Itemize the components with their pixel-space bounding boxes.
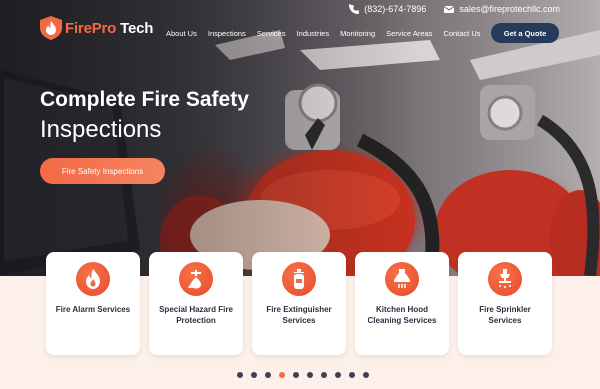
carousel-dot[interactable]	[265, 372, 271, 378]
carousel-dot[interactable]	[349, 372, 355, 378]
nav-about-us[interactable]: About Us	[166, 29, 197, 38]
carousel-dot[interactable]	[307, 372, 313, 378]
phone-link[interactable]: (832)-674-7896	[349, 4, 426, 14]
carousel-dot[interactable]	[363, 372, 369, 378]
service-card-fire-extinguisher[interactable]: Fire Extinguisher Services	[252, 252, 346, 355]
service-card-label: Fire Alarm Services	[55, 305, 131, 314]
hero-subheadline: Inspections	[40, 116, 162, 143]
flame-icon	[76, 262, 110, 296]
service-card-label: Fire Sprinkler Services	[479, 305, 531, 325]
email-address: sales@fireprotechllc.com	[459, 4, 560, 14]
nav-contact-us[interactable]: Contact Us	[443, 29, 480, 38]
carousel-dot[interactable]	[251, 372, 257, 378]
service-card-fire-sprinkler[interactable]: Fire Sprinkler Services	[458, 252, 552, 355]
service-card-special-hazard[interactable]: Special Hazard Fire Protection	[149, 252, 243, 355]
kitchen-hood-icon	[385, 262, 419, 296]
nav-service-areas[interactable]: Service Areas	[386, 29, 432, 38]
site-logo[interactable]: FirePro Tech	[40, 16, 153, 40]
nav-monitoring[interactable]: Monitoring	[340, 29, 375, 38]
phone-icon	[349, 4, 360, 14]
main-nav: About Us Inspections Services Industries…	[166, 29, 481, 38]
service-card-label: Kitchen Hood Cleaning Services	[367, 305, 437, 325]
hero-headline: Complete Fire Safety	[40, 88, 249, 111]
extinguisher-icon	[282, 262, 316, 296]
phone-number: (832)-674-7896	[364, 4, 427, 14]
email-link[interactable]: sales@fireprotechllc.com	[444, 4, 560, 14]
carousel-dot[interactable]	[293, 372, 299, 378]
service-card-kitchen-hood[interactable]: Kitchen Hood Cleaning Services	[355, 252, 449, 355]
mail-icon	[444, 6, 455, 13]
sprinkler-icon	[488, 262, 522, 296]
hazard-icon	[179, 262, 213, 296]
carousel-dot[interactable]	[279, 372, 285, 378]
service-card-label: Special Hazard Fire Protection	[159, 305, 233, 325]
carousel-pagination	[237, 372, 369, 378]
service-cards: Fire Alarm Services Special Hazard Fire …	[46, 252, 552, 355]
logo-text: FirePro Tech	[65, 19, 154, 37]
service-card-label: Fire Extinguisher Services	[266, 305, 332, 325]
nav-industries[interactable]: Industries	[297, 29, 330, 38]
carousel-dot[interactable]	[237, 372, 243, 378]
carousel-dot[interactable]	[335, 372, 341, 378]
get-a-quote-button[interactable]: Get a Quote	[491, 23, 559, 43]
nav-services[interactable]: Services	[257, 29, 286, 38]
service-card-fire-alarm[interactable]: Fire Alarm Services	[46, 252, 140, 355]
shield-flame-icon	[40, 16, 62, 40]
nav-inspections[interactable]: Inspections	[208, 29, 246, 38]
carousel-dot[interactable]	[321, 372, 327, 378]
contact-bar: (832)-674-7896 sales@fireprotechllc.com	[349, 4, 560, 14]
fire-safety-inspections-button[interactable]: Fire Safety Inspections	[40, 158, 165, 184]
